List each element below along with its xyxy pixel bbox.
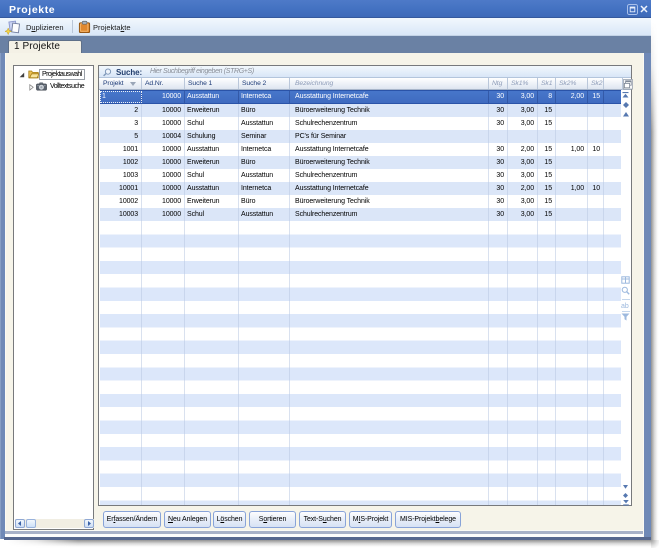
svg-text:ab: ab — [621, 303, 629, 310]
